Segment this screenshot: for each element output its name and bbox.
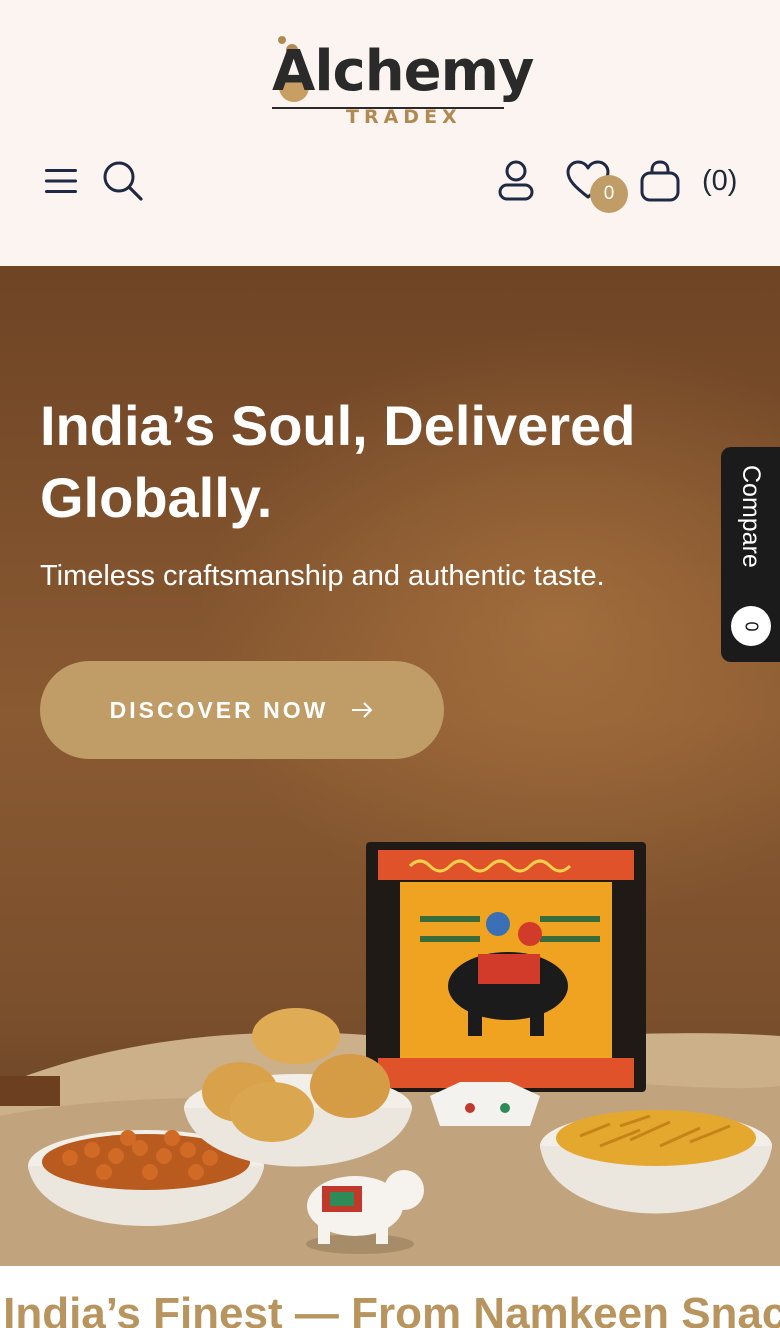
- cart-count[interactable]: (0): [702, 162, 737, 200]
- hero-product-image: [0, 842, 780, 1266]
- hero-banner: India’s Soul, Delivered Globally. Timele…: [0, 266, 780, 1266]
- wishlist-count-badge: 0: [590, 175, 628, 213]
- discover-now-label: DISCOVER NOW: [109, 696, 329, 723]
- compare-count-badge: 0: [731, 606, 771, 646]
- hero-subtitle: Timeless craftsmanship and authentic tas…: [40, 560, 605, 592]
- announcement-marquee: g India’s Finest — From Namkeen Snack: [0, 1266, 780, 1328]
- compare-label: Compare: [737, 465, 765, 568]
- search-icon[interactable]: [102, 160, 144, 202]
- discover-now-button[interactable]: DISCOVER NOW: [40, 661, 444, 759]
- menu-icon[interactable]: [44, 166, 78, 196]
- user-icon[interactable]: [497, 160, 535, 202]
- arrow-right-icon: [352, 702, 373, 718]
- alchemy-tradex-logo[interactable]: Alchemy TRADEX: [272, 30, 534, 134]
- bag-icon[interactable]: [639, 160, 681, 202]
- logo-wordmark: Alchemy: [272, 39, 534, 104]
- hero-title: India’s Soul, Delivered Globally.: [40, 394, 636, 529]
- site-header: Alchemy TRADEX 0 (0): [0, 0, 780, 266]
- marquee-text: g India’s Finest — From Namkeen Snack: [0, 1289, 780, 1328]
- logo-subtitle: TRADEX: [346, 106, 462, 128]
- compare-count: 0: [741, 620, 762, 632]
